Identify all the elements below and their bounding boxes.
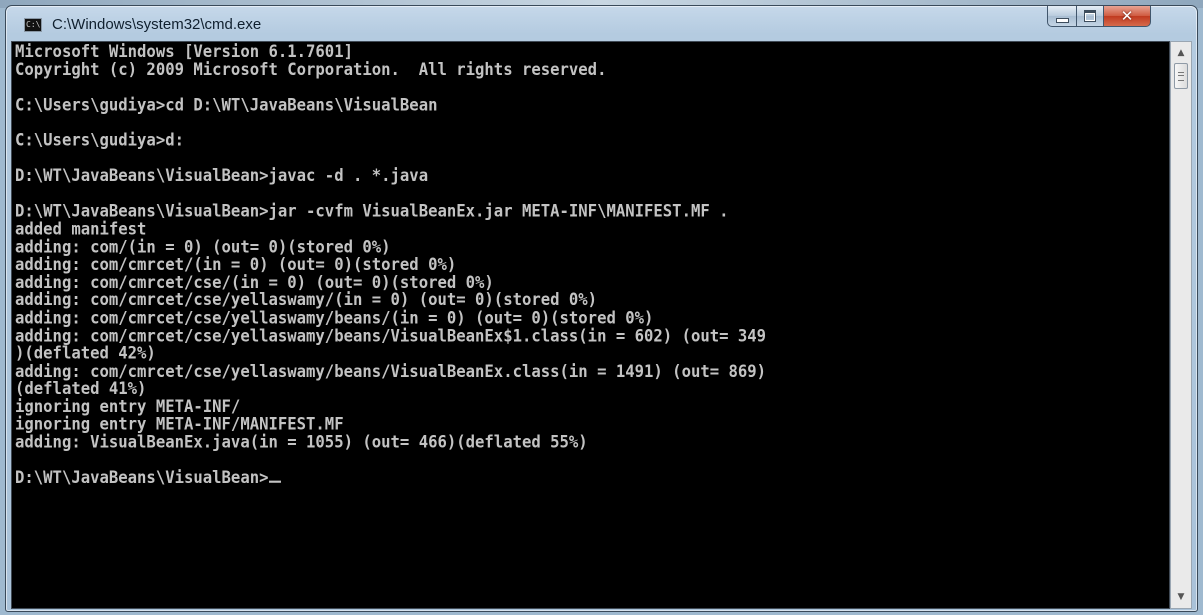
- window-title: C:\Windows\system32\cmd.exe: [52, 16, 262, 33]
- console-line: adding: com/cmrcet/cse/yellaswamy/beans/…: [15, 326, 767, 346]
- console-line: adding: com/cmrcet/cse/yellaswamy/(in = …: [15, 290, 598, 310]
- console-line: adding: com/cmrcet/(in = 0) (out= 0)(sto…: [15, 254, 457, 275]
- cmd-window: C:\ C:\Windows\system32\cmd.exe ✕ Micros…: [5, 5, 1198, 612]
- console-line: added manifest: [15, 219, 147, 239]
- console-line: ignoring entry META-INF/MANIFEST.MF: [15, 414, 344, 435]
- caption-buttons: ✕: [1047, 6, 1197, 28]
- console-line: Copyright (c) 2009 Microsoft Corporation…: [15, 59, 607, 79]
- console-line: ignoring entry META-INF/: [15, 397, 241, 417]
- console-line: D:\WT\JavaBeans\VisualBean>jar -cvfm Vis…: [15, 201, 729, 221]
- maximize-icon: [1084, 10, 1096, 22]
- console-line: (deflated 41%): [15, 379, 147, 399]
- console-output[interactable]: Microsoft Windows [Version 6.1.7601] Copy…: [11, 41, 1170, 609]
- console-line: adding: com/cmrcet/cse/yellaswamy/beans/…: [15, 308, 654, 328]
- console-line: adding: com/(in = 0) (out= 0)(stored 0%): [15, 237, 391, 257]
- console-prompt: D:\WT\JavaBeans\VisualBean>: [15, 468, 269, 488]
- minimize-icon: [1055, 17, 1069, 23]
- console-line: C:\Users\gudiya>cd D:\WT\JavaBeans\Visua…: [15, 95, 438, 115]
- vertical-scrollbar[interactable]: ▲ ▼: [1170, 41, 1192, 609]
- scroll-up-icon[interactable]: ▲: [1173, 45, 1189, 61]
- scroll-thumb[interactable]: [1174, 63, 1188, 89]
- text-cursor: [269, 480, 282, 484]
- close-button[interactable]: ✕: [1103, 6, 1151, 27]
- console-line: adding: VisualBeanEx.java(in = 1055) (ou…: [15, 432, 588, 452]
- console-line: adding: com/cmrcet/cse/yellaswamy/beans/…: [15, 361, 767, 381]
- scroll-down-icon[interactable]: ▼: [1173, 589, 1189, 605]
- minimize-button[interactable]: [1047, 6, 1077, 27]
- console-prompt-line[interactable]: D:\WT\JavaBeans\VisualBean>: [15, 469, 1169, 487]
- console-line: Microsoft Windows [Version 6.1.7601]: [15, 41, 353, 62]
- console-lines: Microsoft Windows [Version 6.1.7601] Copy…: [15, 43, 1169, 487]
- thumb-grip-icon: [1178, 72, 1184, 81]
- close-icon: ✕: [1120, 6, 1134, 25]
- console-line: )(deflated 42%): [15, 343, 156, 364]
- maximize-button[interactable]: [1076, 6, 1104, 27]
- console-line: adding: com/cmrcet/cse/(in = 0) (out= 0)…: [15, 272, 494, 293]
- console-line: D:\WT\JavaBeans\VisualBean>javac -d . *.…: [15, 166, 429, 186]
- title-bar[interactable]: C:\ C:\Windows\system32\cmd.exe: [6, 6, 1197, 42]
- console-line: C:\Users\gudiya>d:: [15, 130, 184, 150]
- cmd-app-icon[interactable]: C:\: [24, 18, 42, 32]
